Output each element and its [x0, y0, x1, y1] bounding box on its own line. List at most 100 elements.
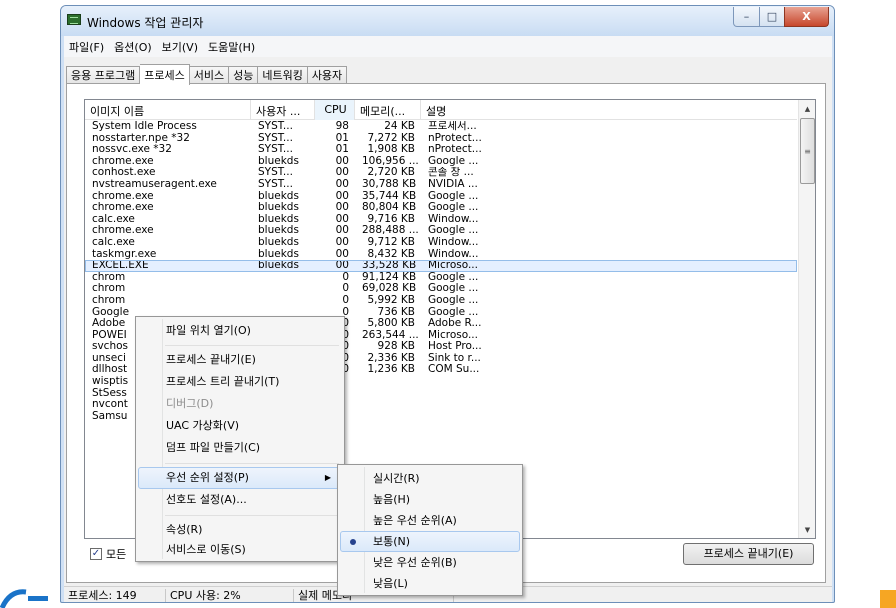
process-description: Window...	[428, 248, 479, 260]
list-header: 이미지 이름 사용자 ... ^ CPU 메모리(... 설명	[85, 100, 797, 120]
column-header-description[interactable]: 설명	[421, 100, 797, 120]
priority-high[interactable]: 높음(H)	[340, 489, 520, 510]
process-cpu: 00	[335, 155, 349, 167]
menu-uac-virtualization[interactable]: UAC 가상화(V)	[138, 415, 342, 437]
process-row[interactable]: chrom 0 69,028 KB Google ...	[85, 283, 797, 295]
process-name: chrom	[92, 283, 126, 295]
process-row[interactable]: nvstreamuseragent.exe SYST... 00 30,788 KB N…	[85, 179, 797, 191]
process-row[interactable]: EXCEL.EXE bluekds 00 33,528 KB Microso...	[85, 260, 797, 272]
background-logo-fragment	[0, 589, 48, 608]
process-description: Google ...	[428, 202, 479, 214]
column-header-user[interactable]: 사용자 ...	[251, 100, 315, 120]
menu-go-to-service[interactable]: 서비스로 이동(S)	[138, 539, 342, 561]
process-row[interactable]: nosstarter.npe *32 SYST... 01 7,272 KB nProt…	[85, 133, 797, 145]
menu-options[interactable]: 옵션(O)	[109, 39, 156, 55]
process-description	[421, 399, 501, 411]
menu-help[interactable]: 도움말(H)	[203, 39, 260, 55]
process-row[interactable]: chrome.exe bluekds 00 288,488 ... Google ...	[85, 225, 797, 237]
process-cpu: 0	[342, 271, 349, 283]
tab-applications[interactable]: 응용 프로그램	[66, 66, 141, 84]
tab-services[interactable]: 서비스	[189, 66, 230, 84]
status-cpu-usage: CPU 사용: 2%	[166, 588, 294, 602]
process-cpu: 00	[335, 178, 349, 190]
process-memory	[355, 376, 421, 388]
process-description: Window...	[428, 236, 479, 248]
title-bar[interactable]: Windows 작업 관리자 – □ X	[61, 6, 834, 36]
process-description: Google ...	[428, 306, 479, 318]
process-cpu: 00	[335, 236, 349, 248]
column-header-image-name[interactable]: 이미지 이름	[85, 100, 251, 120]
tab-processes[interactable]: 프로세스	[140, 64, 190, 85]
menu-open-file-location[interactable]: 파일 위치 열기(O)	[138, 320, 342, 342]
menu-debug[interactable]: 디버그(D)	[138, 393, 342, 415]
process-user: bluekds	[258, 213, 299, 225]
process-name: chrome.exe	[92, 155, 154, 167]
process-row[interactable]: chrom 0 91,124 KB Google ...	[85, 272, 797, 284]
process-row[interactable]: calc.exe bluekds 00 9,712 KB Window...	[85, 237, 797, 249]
menu-end-process[interactable]: 프로세스 끝내기(E)	[138, 349, 342, 371]
column-header-cpu-label: CPU	[324, 103, 347, 116]
show-all-users-option[interactable]: ✓ 모든	[90, 546, 126, 562]
close-button[interactable]: X	[784, 7, 829, 27]
tab-performance[interactable]: 성능	[229, 66, 259, 84]
menu-end-process-tree[interactable]: 프로세스 트리 끝내기(T)	[138, 371, 342, 393]
priority-below-normal[interactable]: 낮은 우선 순위(B)	[340, 552, 520, 573]
process-name: chrome.exe	[92, 202, 154, 214]
process-cpu: 0	[342, 283, 349, 295]
background-decor-fragment	[880, 590, 896, 608]
process-cpu: 01	[335, 132, 349, 144]
process-cpu: 00	[335, 260, 349, 272]
menu-set-affinity[interactable]: 선호도 설정(A)...	[138, 489, 342, 511]
menu-properties[interactable]: 속성(R)	[138, 519, 342, 541]
process-row[interactable]: conhost.exe SYST... 00 2,720 KB 콘솔 창 ...	[85, 167, 797, 179]
priority-above-normal[interactable]: 높은 우선 순위(A)	[340, 510, 520, 531]
tab-networking[interactable]: 네트워킹	[258, 66, 308, 84]
vertical-scrollbar[interactable]: ▲ ≡ ▼	[798, 100, 815, 538]
column-header-cpu[interactable]: ^ CPU	[315, 100, 355, 120]
process-row[interactable]: chrome.exe bluekds 00 35,744 KB Google ...	[85, 191, 797, 203]
process-description	[421, 411, 501, 423]
menu-view[interactable]: 보기(V)	[157, 39, 203, 55]
process-description: 콘솔 창 ...	[428, 167, 474, 179]
process-memory: 80,804 KB	[362, 202, 417, 214]
process-row[interactable]: calc.exe bluekds 00 9,716 KB Window...	[85, 214, 797, 226]
process-row[interactable]: System Idle Process SYST... 98 24 KB 프로세서...	[85, 121, 797, 133]
process-memory: 1,908 KB	[367, 144, 416, 156]
process-row[interactable]: taskmgr.exe bluekds 00 8,432 KB Window...	[85, 249, 797, 261]
process-name: chrome.exe	[92, 225, 154, 237]
process-user: SYST...	[258, 167, 293, 179]
tab-users[interactable]: 사용자	[307, 66, 348, 84]
process-description: Google ...	[428, 155, 479, 167]
process-memory: 106,956 ...	[362, 155, 419, 167]
process-user: bluekds	[258, 236, 299, 248]
process-row[interactable]: chrome.exe bluekds 00 106,956 ... Google ...	[85, 156, 797, 168]
priority-normal[interactable]: 보통(N)	[340, 531, 520, 552]
process-description: nProtect...	[428, 132, 482, 144]
process-row[interactable]: chrom 0 5,992 KB Google ...	[85, 295, 797, 307]
process-row[interactable]: nossvc.exe *32 SYST... 01 1,908 KB nProtect.…	[85, 144, 797, 156]
minimize-button[interactable]: –	[733, 7, 760, 27]
menu-file[interactable]: 파일(F)	[64, 39, 109, 55]
priority-low[interactable]: 낮음(L)	[340, 573, 520, 594]
process-name: chrom	[92, 294, 126, 306]
process-description: Window...	[428, 213, 479, 225]
end-process-button[interactable]: 프로세스 끝내기(E)	[683, 543, 814, 565]
process-cpu: 00	[335, 190, 349, 202]
priority-realtime[interactable]: 실시간(R)	[340, 468, 520, 489]
process-memory: 33,528 KB	[362, 260, 417, 272]
process-memory: 2,336 KB	[367, 352, 416, 364]
show-all-users-checkbox[interactable]: ✓	[90, 548, 102, 560]
process-cpu: 00	[335, 248, 349, 260]
maximize-button[interactable]: □	[759, 7, 785, 27]
scroll-thumb[interactable]: ≡	[800, 118, 815, 184]
process-memory: 9,716 KB	[367, 213, 416, 225]
process-memory: 69,028 KB	[362, 283, 417, 295]
scroll-up-icon[interactable]: ▲	[799, 100, 815, 117]
menu-create-dump-file[interactable]: 덤프 파일 만들기(C)	[138, 437, 342, 459]
process-name: EXCEL.EXE	[92, 260, 149, 272]
menu-set-priority[interactable]: 우선 순위 설정(P) ▶	[138, 467, 342, 489]
process-user: bluekds	[258, 202, 299, 214]
column-header-memory[interactable]: 메모리(...	[355, 100, 421, 120]
process-row[interactable]: chrome.exe bluekds 00 80,804 KB Google ...	[85, 202, 797, 214]
scroll-down-icon[interactable]: ▼	[799, 521, 815, 538]
